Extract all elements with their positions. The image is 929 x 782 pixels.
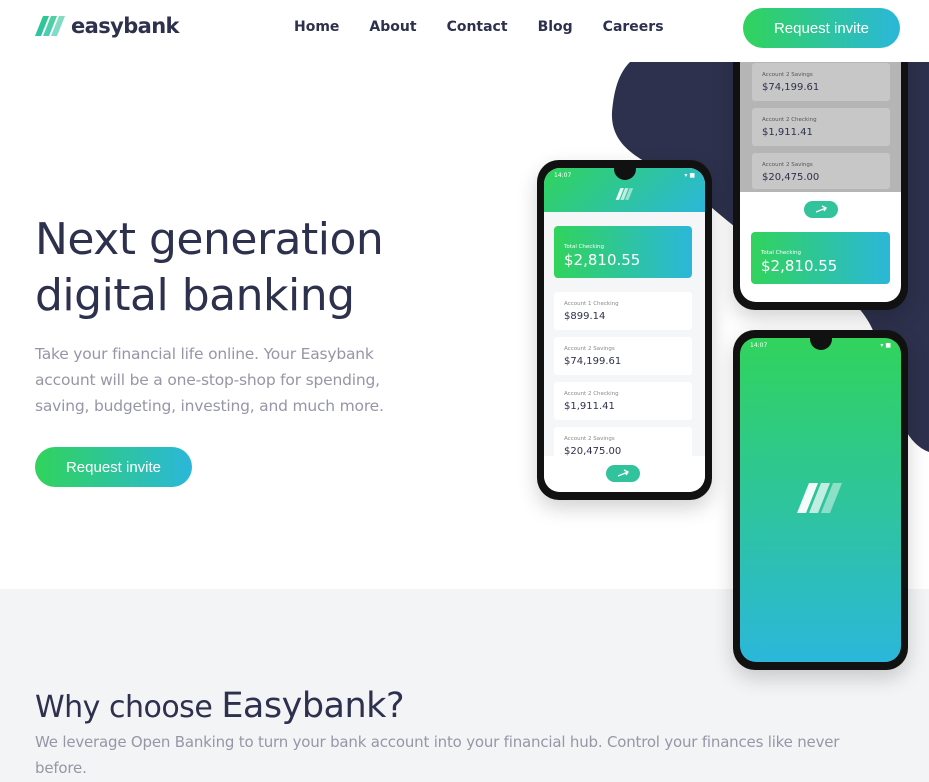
total-amount: $2,810.55 — [564, 251, 641, 269]
account-card: Account 2 Checking $1,911.41 — [554, 382, 692, 420]
transfer-icon — [617, 468, 629, 477]
logo-text: easybank — [71, 14, 180, 38]
nav-blog[interactable]: Blog — [538, 18, 573, 36]
hero-request-invite-button[interactable]: Request invite — [35, 447, 192, 487]
account-label: Account 1 Checking — [564, 301, 619, 307]
account-card: Account 2 Savings $20,475.00 — [752, 153, 890, 189]
account-label: Account 2 Checking — [762, 117, 817, 123]
account-label: Account 2 Checking — [564, 391, 619, 397]
logo[interactable]: easybank — [35, 11, 180, 41]
account-amount: $1,911.41 — [762, 127, 813, 138]
splash-logo-icon — [797, 483, 842, 513]
account-amount: $20,475.00 — [762, 172, 820, 183]
account-card: Account 2 Checking $1,911.41 — [752, 108, 890, 146]
page: easybank Home About Contact Blog Careers… — [0, 0, 929, 782]
why-title: Why choose Easybank? — [35, 686, 405, 729]
account-label: Account 2 Savings — [564, 436, 615, 442]
status-time: 14:07 — [750, 342, 768, 349]
why-title-part2: Easybank? — [221, 686, 405, 726]
header-request-invite-button[interactable]: Request invite — [743, 8, 900, 48]
nav-home[interactable]: Home — [294, 18, 339, 36]
phone-screen: 14:07 ▾ ■ — [740, 338, 901, 662]
total-checking-card: Total Checking $2,810.55 — [751, 232, 890, 284]
account-card: Account 1 Checking $899.14 — [554, 292, 692, 330]
nav-contact[interactable]: Contact — [447, 18, 508, 36]
account-amount: $74,199.61 — [762, 82, 820, 93]
total-label: Total Checking — [761, 250, 802, 256]
account-amount: $1,911.41 — [564, 401, 615, 412]
main-nav: Home About Contact Blog Careers — [294, 18, 694, 36]
status-time: 14:07 — [554, 172, 572, 179]
app-logo-icon — [615, 188, 633, 200]
hero-title: Next generation digital banking — [35, 212, 455, 324]
account-card: Account 2 Savings $74,199.61 — [752, 63, 890, 101]
total-amount: $2,810.55 — [761, 257, 838, 275]
transfer-fab — [606, 465, 640, 482]
logo-mark-icon — [35, 16, 65, 36]
account-card: Account 2 Savings $74,199.61 — [554, 337, 692, 375]
account-label: Account 2 Savings — [564, 346, 615, 352]
total-checking-card: Total Checking $2,810.55 — [554, 226, 692, 278]
account-label: Account 2 Savings — [762, 72, 813, 78]
site-header: easybank Home About Contact Blog Careers… — [0, 0, 929, 62]
phone-mockup-accounts: 14:07 ▾ ■ Total Checking $2,810.55 Accou… — [537, 160, 712, 500]
total-label: Total Checking — [564, 244, 605, 250]
account-amount: $899.14 — [564, 311, 606, 322]
phone-mockup-transfer: Account 2 Savings $74,199.61 Account 2 C… — [733, 20, 908, 310]
account-amount: $74,199.61 — [564, 356, 622, 367]
hero-title-line2: digital banking — [35, 270, 355, 321]
nav-careers[interactable]: Careers — [603, 18, 664, 36]
why-title-part1: Why choose — [35, 690, 222, 725]
transfer-fab — [804, 201, 838, 218]
account-label: Account 2 Savings — [762, 162, 813, 168]
why-description: We leverage Open Banking to turn your ba… — [35, 733, 840, 777]
phone-mockup-splash: 14:07 ▾ ■ — [733, 330, 908, 670]
phone-screen: 14:07 ▾ ■ Total Checking $2,810.55 Accou… — [544, 168, 705, 492]
transfer-icon — [815, 204, 827, 213]
status-icons: ▾ ■ — [880, 342, 891, 349]
hero-description: Take your financial life online. Your Ea… — [35, 345, 384, 415]
phone-screen: Account 2 Savings $74,199.61 Account 2 C… — [740, 28, 901, 302]
hero-title-line1: Next generation — [35, 214, 384, 265]
status-icons: ▾ ■ — [684, 172, 695, 179]
nav-about[interactable]: About — [369, 18, 416, 36]
